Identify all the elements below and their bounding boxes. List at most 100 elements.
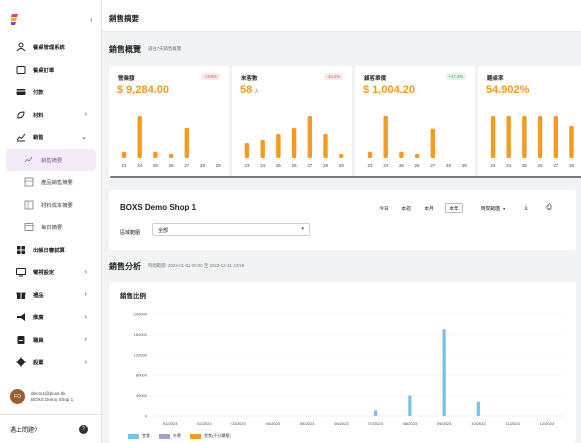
kpi-bar <box>506 116 511 158</box>
sidebar-item[interactable]: 付款 <box>0 81 102 104</box>
btn-this-month[interactable]: 本月 <box>422 203 436 213</box>
x-tick-label: 05/2023 <box>300 421 315 426</box>
kpi-scrollbar[interactable] <box>110 176 581 178</box>
kpi-bar <box>430 128 435 158</box>
time-range-dropdown[interactable]: 時間範圍 ▾ <box>474 203 512 213</box>
legend-item[interactable]: 堂食(不分櫃檯) <box>190 433 231 439</box>
sidebar-item[interactable]: 銷售摘要 <box>6 148 96 171</box>
sidebar-item[interactable]: 職員 › <box>0 329 102 352</box>
kpi-x-tick: 26 <box>415 163 420 168</box>
sub-item-icon <box>24 155 34 165</box>
sidebar-item[interactable]: 餐桌訂單 <box>0 59 102 82</box>
sidebar-item[interactable]: 出帳日審試算 <box>0 239 102 262</box>
legend-item[interactable]: 外賣 <box>159 433 181 439</box>
leaf-icon <box>16 110 26 120</box>
legend-label: 外賣 <box>173 433 181 438</box>
sidebar-item[interactable]: 材料成本摘要 <box>0 194 102 217</box>
sidebar-item-label: 材料 <box>33 112 44 119</box>
kpi-x-tick: 25 <box>522 163 527 168</box>
kpi-bar <box>383 116 388 158</box>
sidebar-item[interactable]: 推廣 › <box>0 306 102 329</box>
caret-down-icon: ▾ <box>301 226 304 232</box>
sidebar-item[interactable]: 設置 › <box>0 351 102 374</box>
kpi-x-tick: 28 <box>200 163 205 168</box>
sidebar-item[interactable]: 銷售 ⌄ <box>0 126 102 149</box>
sales-bar[interactable] <box>442 329 446 416</box>
sales-bar[interactable] <box>408 395 412 416</box>
sales-ratio-chart: 0 40000 80000 120000 160000 200000 01/2023 02/2… <box>134 312 564 426</box>
sales-bar[interactable] <box>374 410 378 416</box>
region-select[interactable]: 全部 ▾ <box>152 223 310 236</box>
help-link[interactable]: 遇上問題? ? <box>0 414 102 443</box>
y-tick-label: 160000 <box>134 332 148 337</box>
y-tick-label: 40000 <box>136 393 148 398</box>
kpi-bar <box>323 134 328 158</box>
overview-title: 銷售概覽 <box>109 45 141 54</box>
sidebar-item[interactable]: 禮品 › <box>0 284 102 307</box>
sidebar-item-label: 職員 <box>33 337 44 344</box>
kpi-bar <box>137 116 142 158</box>
print-icon[interactable]: ⎙ <box>543 203 555 213</box>
legend-item[interactable]: 堂食 <box>128 433 150 439</box>
kpi-bar <box>399 151 404 158</box>
user-shop: BOXS Demo Shop 1 <box>31 396 74 402</box>
sidebar-item[interactable]: 產品銷售摘要 <box>0 171 102 194</box>
download-icon[interactable]: ⤓ <box>520 203 532 213</box>
legend-swatch <box>190 433 201 439</box>
badge-icon <box>16 335 26 345</box>
kpi-x-tick: 24 <box>506 163 511 168</box>
kpi-bar-chart: 23 24 25 26 27 28 <box>491 116 574 168</box>
megaphone-icon <box>16 312 26 322</box>
legend-swatch <box>128 433 139 439</box>
x-tick-label: 02/2023 <box>197 421 212 426</box>
sub-item-icon <box>24 177 34 187</box>
kpi-x-tick: 23 <box>245 163 250 168</box>
btn-this-week[interactable]: 本週 <box>399 203 413 213</box>
kpi-bar <box>414 154 420 158</box>
chevron-right-icon: › <box>84 313 87 321</box>
sidebar-item-label: 銷售摘要 <box>41 157 63 164</box>
kpi-bar <box>153 151 158 158</box>
sales-bar[interactable] <box>476 401 480 416</box>
collapse-sidebar-icon[interactable]: ‹ <box>90 15 93 24</box>
brand-logo-icon <box>11 14 18 25</box>
y-tick-label: 120000 <box>134 352 148 357</box>
x-tick-label: 11/2023 <box>506 421 521 426</box>
user-profile[interactable]: FO demo1@boxs.hk BOXS Demo Shop 1 <box>10 389 73 404</box>
chevron-right-icon: › <box>84 358 87 366</box>
sidebar-item[interactable]: 每日摘要 <box>0 216 102 239</box>
chevron-down-icon: ⌄ <box>81 134 87 142</box>
kpi-bar <box>276 134 281 158</box>
x-tick-label: 12/2023 <box>540 421 555 426</box>
card-icon <box>16 87 26 97</box>
x-tick-label: 03/2023 <box>231 421 246 426</box>
overview-subtitle: 過往7天銷售概覽 <box>148 46 182 51</box>
kpi-x-tick: 27 <box>184 163 189 168</box>
kpi-bar <box>307 116 312 158</box>
legend-label: 堂食(不分櫃檯) <box>204 433 231 438</box>
kpi-bar <box>367 151 373 158</box>
sidebar-item-label: 餐桌訂單 <box>33 67 55 74</box>
y-tick-label: 80000 <box>136 373 148 378</box>
sidebar-item-label: 禮品 <box>33 292 44 299</box>
x-tick-label: 09/2023 <box>437 421 452 426</box>
top-bar: 銷售摘要 <box>102 0 581 32</box>
sidebar-item-label: 出帳日審試算 <box>33 247 65 254</box>
sidebar-item-label: 餐桌管理系統 <box>33 45 65 52</box>
btn-today[interactable]: 今日 <box>377 203 391 213</box>
kpi-bar <box>537 116 543 158</box>
sub-item-icon <box>24 222 34 232</box>
sidebar-item[interactable]: 餐桌管理系統 <box>0 36 102 59</box>
help-icon[interactable]: ? <box>79 424 88 434</box>
grid-icon <box>16 245 26 255</box>
sidebar-item[interactable]: 材料 › <box>0 104 102 127</box>
sidebar-item[interactable]: 電視設定 › <box>0 261 102 284</box>
kpi-x-tick: 26 <box>292 163 297 168</box>
tablet-icon <box>16 65 26 75</box>
btn-this-year[interactable]: 本年 <box>445 203 463 213</box>
kpi-x-tick: 28 <box>446 163 451 168</box>
sidebar-item-label: 材料成本摘要 <box>41 202 73 209</box>
kpi-x-tick: 24 <box>383 163 388 168</box>
kpi-x-tick: 23 <box>368 163 373 168</box>
kpi-bar <box>260 140 265 158</box>
